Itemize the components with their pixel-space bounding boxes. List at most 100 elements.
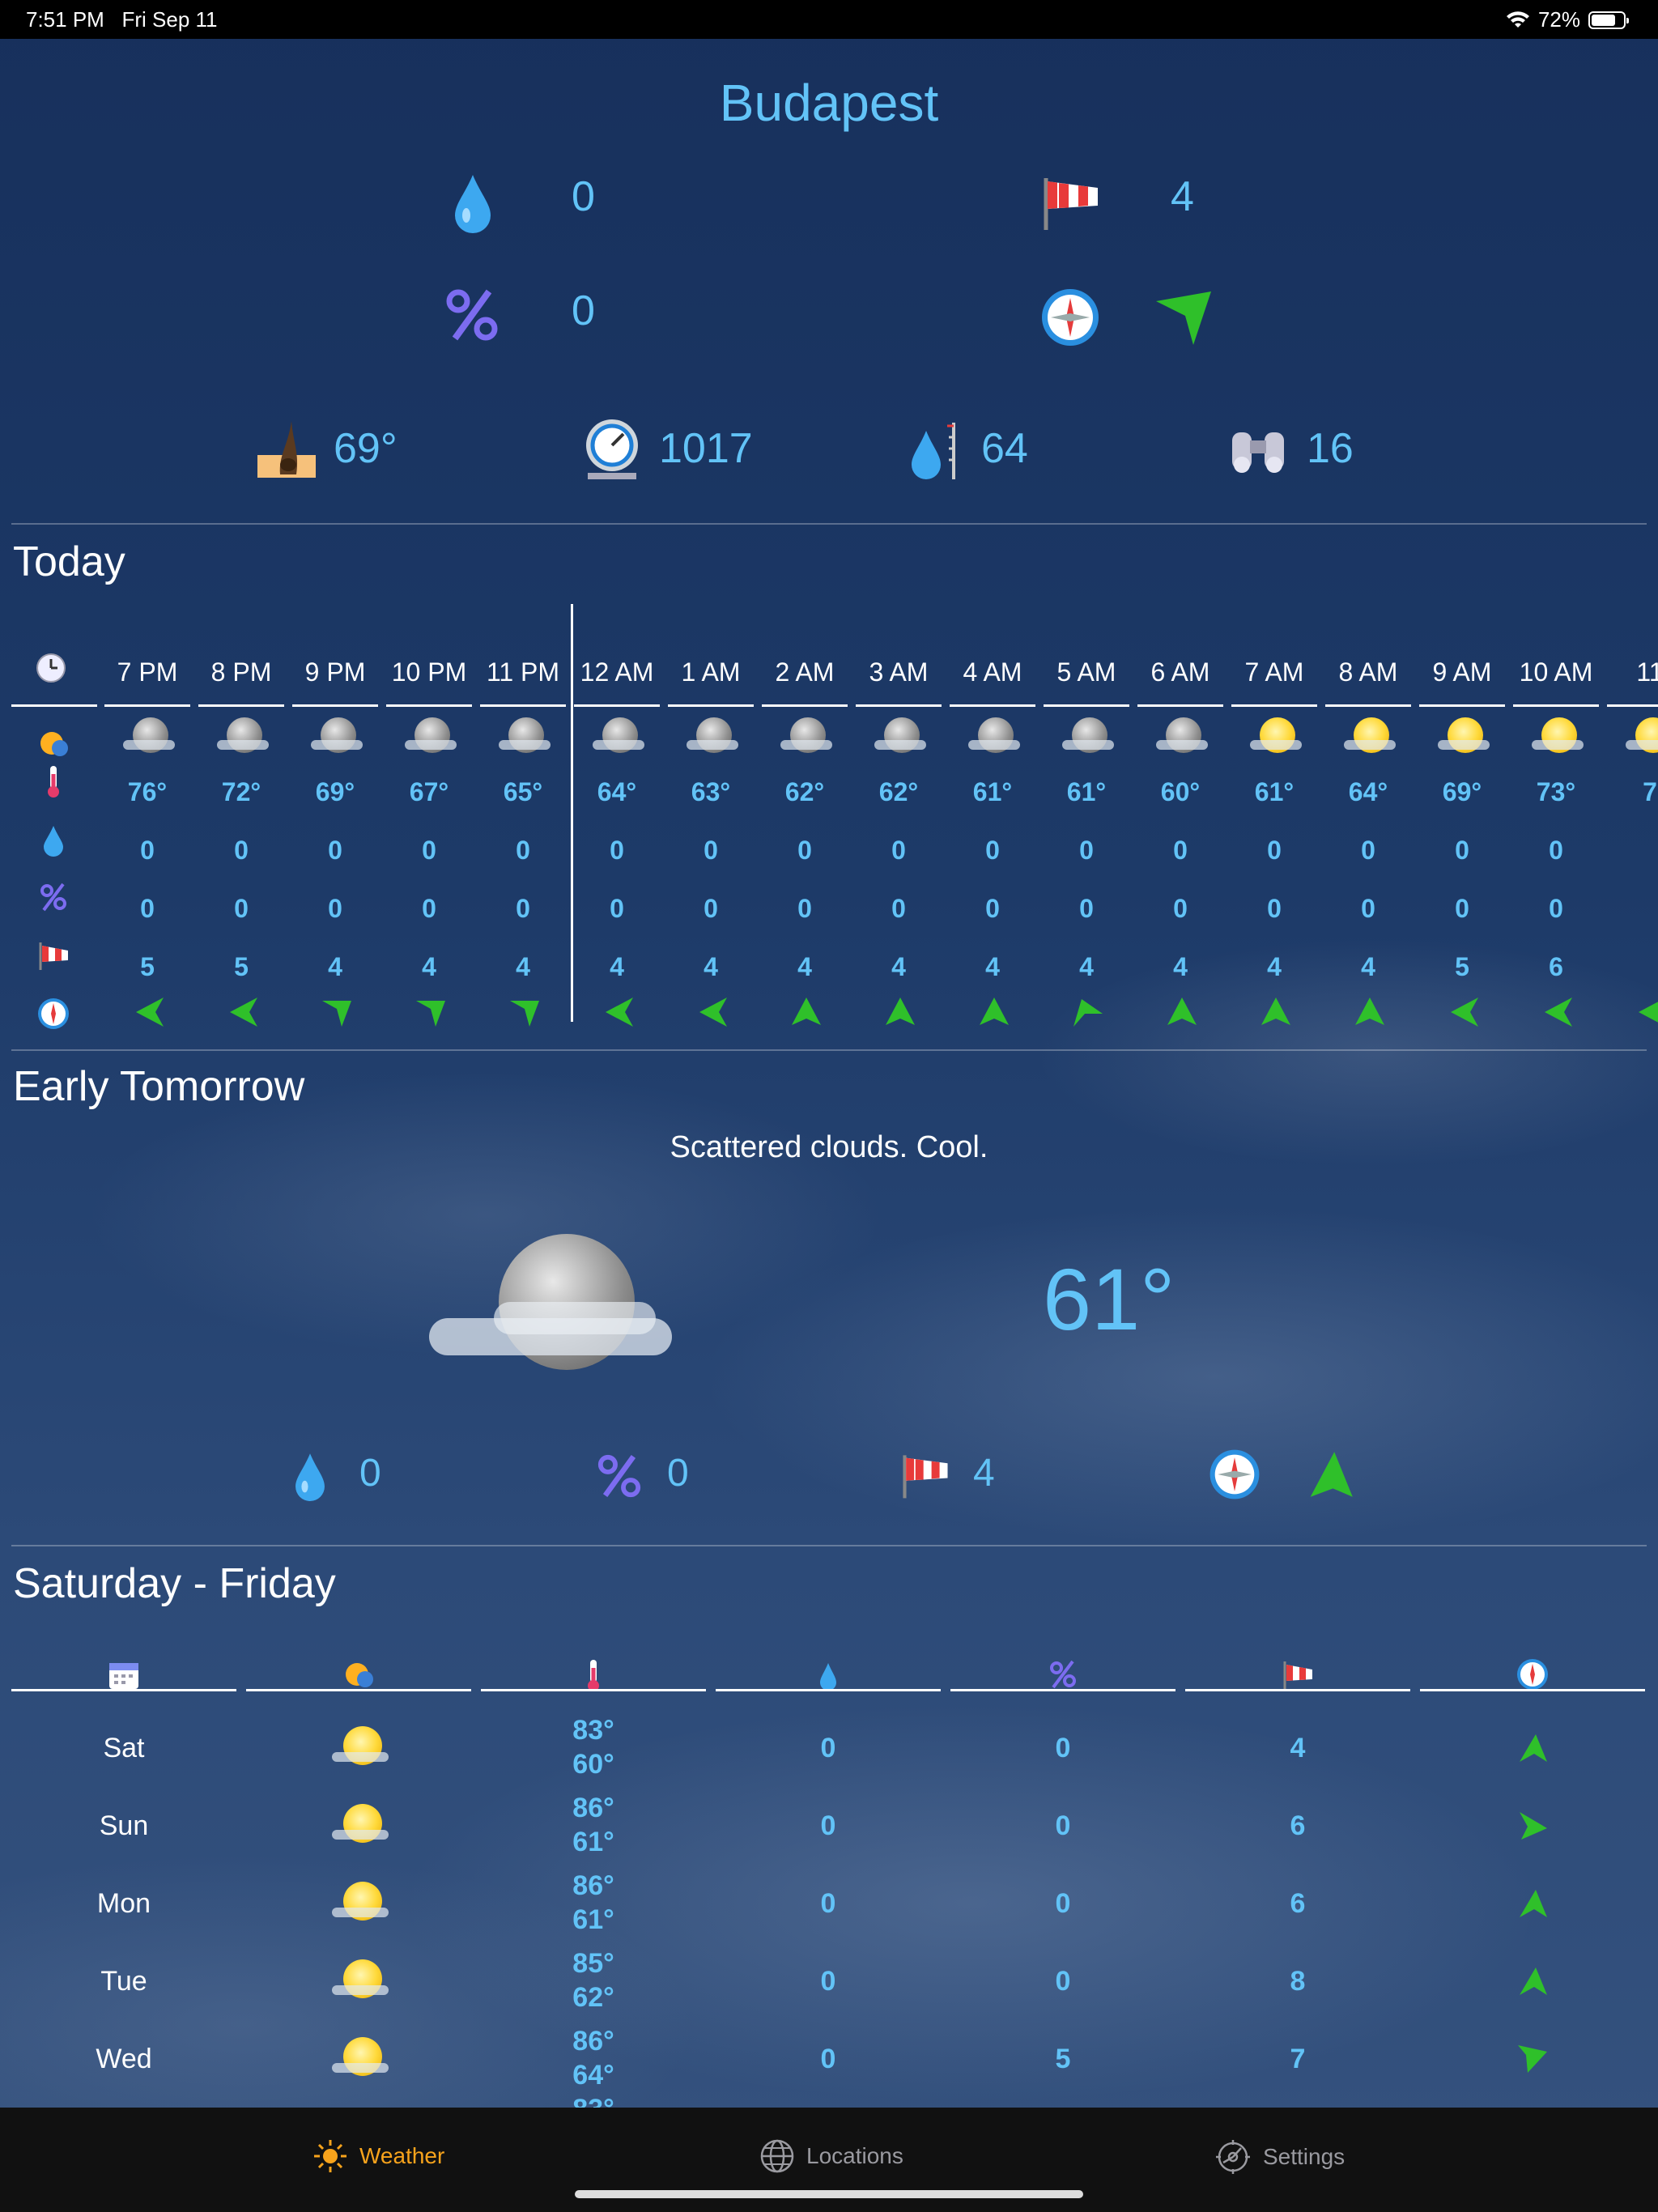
day-chance: 0 <box>1055 1810 1071 1841</box>
hour-temp: 63° <box>691 777 731 806</box>
percent-icon <box>40 883 66 912</box>
hour-chance: 0 <box>1455 894 1469 923</box>
wind-direction-arrow-icon <box>230 998 257 1027</box>
moon-cloud-icon <box>421 1229 680 1391</box>
humidity-value: 64 <box>981 425 1028 472</box>
partly-sunny-icon <box>332 1877 389 1927</box>
hour-temp: 62° <box>878 777 919 806</box>
day-precip: 0 <box>820 1888 836 1919</box>
header-underline <box>1185 1689 1410 1691</box>
wind-direction-arrow-icon <box>1451 998 1478 1027</box>
divider <box>11 1545 1647 1546</box>
hour-temp: 60° <box>1160 777 1201 806</box>
hour-wind: 4 <box>1361 952 1375 981</box>
wind-direction-arrow-icon <box>1520 1967 1547 1995</box>
hour-wind: 5 <box>140 952 155 981</box>
hour-label: 6 AM <box>1150 657 1210 687</box>
day-wind: 4 <box>1290 1733 1306 1763</box>
day-low: 62° <box>572 1982 614 2013</box>
wind-direction-arrow-icon <box>1355 998 1384 1025</box>
visibility-value: 16 <box>1307 425 1354 472</box>
day-wind: 8 <box>1290 1966 1306 1997</box>
hour-wind: 6 <box>1549 952 1563 981</box>
hour-precip: 0 <box>140 836 155 865</box>
partly-sunny-icon <box>1438 716 1490 758</box>
hour-wind: 5 <box>234 952 249 981</box>
sun-icon <box>314 2140 346 2172</box>
compass-icon <box>1209 1449 1260 1499</box>
day-precip: 0 <box>820 2044 836 2074</box>
pressure-value: 1017 <box>659 425 753 472</box>
hour-wind: 4 <box>516 952 530 981</box>
hour-precip: 0 <box>328 836 342 865</box>
day-name: Wed <box>96 2044 152 2074</box>
raindrop-icon <box>295 1453 325 1501</box>
day-low: 61° <box>572 1904 614 1935</box>
day-name: Sat <box>103 1733 145 1763</box>
moon-cloud-icon <box>1062 716 1114 758</box>
compass-icon <box>38 998 69 1029</box>
hour-label: 7 PM <box>117 657 178 687</box>
header-underline <box>1137 704 1223 707</box>
hour-label: 11 <box>1636 657 1658 687</box>
hour-wind: 4 <box>1267 952 1282 981</box>
weather-icon <box>40 732 68 756</box>
hour-label: 3 AM <box>869 657 929 687</box>
windsock-icon <box>1044 178 1098 230</box>
header-underline <box>386 704 472 707</box>
tab-settings[interactable]: Settings <box>1214 2138 1345 2176</box>
hour-precip: 0 <box>422 836 436 865</box>
hour-label: 12 AM <box>580 657 654 687</box>
day-high: 86° <box>572 1870 614 1901</box>
partly-sunny-icon <box>1344 716 1396 758</box>
early-wind: 4 <box>973 1452 995 1495</box>
wind-direction-arrow-icon <box>322 1001 351 1027</box>
wind-direction-arrow-icon <box>1156 291 1211 345</box>
hour-chance: 0 <box>422 894 436 923</box>
hour-label: 7 AM <box>1244 657 1304 687</box>
day-chance: 0 <box>1055 1966 1071 1997</box>
wind-direction-arrow-icon <box>606 998 633 1027</box>
hour-chance: 0 <box>516 894 530 923</box>
hour-label: 1 AM <box>681 657 741 687</box>
wind-direction-arrow-icon <box>136 998 164 1027</box>
header-underline <box>104 704 190 707</box>
hour-label: 4 AM <box>963 657 1022 687</box>
header-underline <box>574 704 660 707</box>
hour-chance: 0 <box>328 894 342 923</box>
header-underline <box>762 704 848 707</box>
day-precip: 0 <box>820 1810 836 1841</box>
windsock-icon <box>1283 1661 1312 1689</box>
hour-temp: 61° <box>972 777 1013 806</box>
hour-chance: 0 <box>1173 894 1188 923</box>
hour-label: 5 AM <box>1056 657 1116 687</box>
hour-label: 9 PM <box>304 657 366 687</box>
globe-icon <box>760 2139 794 2173</box>
wind-direction-arrow-icon <box>416 1001 445 1027</box>
tab-weather[interactable]: Weather <box>312 2138 444 2174</box>
wind-direction-arrow-icon <box>1167 998 1197 1025</box>
percent-icon <box>1050 1660 1076 1689</box>
current-precip: 0 <box>572 173 595 220</box>
current-wind: 4 <box>1171 173 1194 220</box>
hour-precip: 0 <box>1455 836 1469 865</box>
hour-label: 2 AM <box>775 657 835 687</box>
header-underline <box>198 704 284 707</box>
hour-precip: 0 <box>234 836 249 865</box>
midnight-separator <box>571 604 573 1022</box>
partly-sunny-icon <box>332 2032 389 2082</box>
hour-temp: 61° <box>1066 777 1107 806</box>
day-low: 64° <box>572 2060 614 2091</box>
hour-precip: 0 <box>516 836 530 865</box>
thermometer-icon <box>48 766 59 798</box>
hour-temp: 69° <box>315 777 355 806</box>
gear-icon <box>1216 2140 1250 2174</box>
tab-locations[interactable]: Locations <box>759 2138 903 2174</box>
day-name: Tue <box>100 1966 147 1997</box>
tab-weather-label: Weather <box>359 2143 445 2168</box>
day-chance: 0 <box>1055 1888 1071 1919</box>
partly-sunny-icon <box>1532 716 1584 758</box>
day-low: 61° <box>572 1827 614 1857</box>
hour-precip: 0 <box>1549 836 1563 865</box>
wind-direction-arrow-icon <box>1310 1452 1353 1497</box>
